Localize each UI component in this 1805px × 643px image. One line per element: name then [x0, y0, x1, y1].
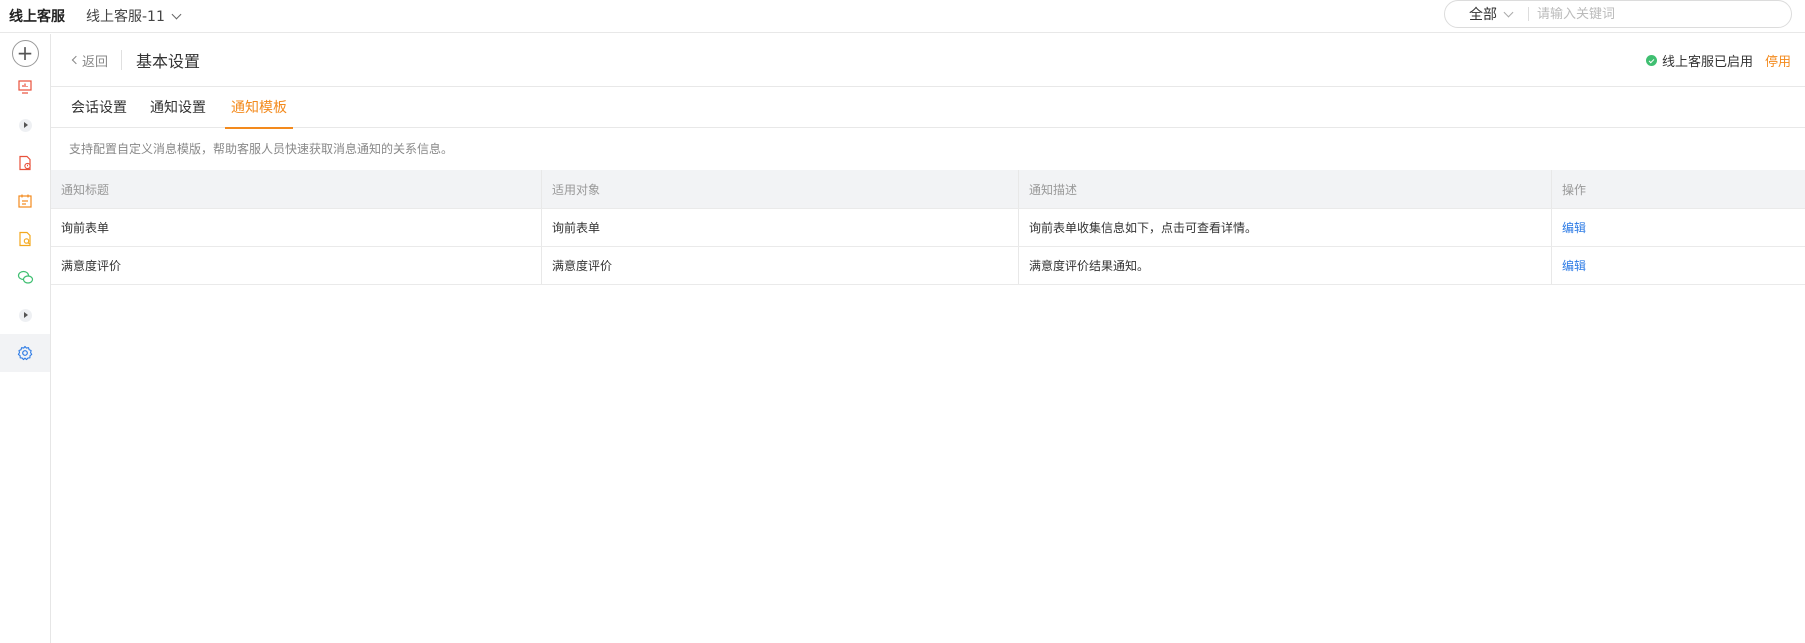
row-action-cell: 编辑: [1551, 209, 1805, 246]
row-action-cell: 编辑: [1551, 247, 1805, 284]
search-input[interactable]: [1537, 6, 1757, 22]
row-description: 询前表单收集信息如下，点击可查看详情。: [1018, 209, 1551, 246]
table-row: 询前表单 询前表单 询前表单收集信息如下，点击可查看详情。 编辑: [51, 209, 1805, 247]
sidebar: +: [0, 34, 51, 643]
expand-arrow-icon: [18, 118, 32, 132]
tab-notification-templates[interactable]: 通知模板: [225, 88, 293, 129]
document-search-icon: [19, 231, 31, 247]
column-header-action: 操作: [1551, 170, 1805, 208]
page-title: 基本设置: [136, 52, 201, 71]
channel-selector[interactable]: 线上客服-11: [86, 6, 182, 26]
calendar-icon: [18, 194, 32, 208]
channel-label: 线上客服-11: [86, 9, 165, 25]
plus-icon: +: [11, 39, 39, 67]
search-scope-select[interactable]: 全部: [1469, 4, 1514, 24]
wechat-icon: [17, 270, 33, 284]
chevron-down-icon: [1503, 7, 1514, 17]
edit-button[interactable]: 编辑: [1562, 257, 1586, 274]
sidebar-item-forms[interactable]: [0, 220, 50, 258]
tab-session-settings[interactable]: 会话设置: [71, 88, 127, 128]
header-divider: [121, 50, 123, 70]
sidebar-item-add[interactable]: +: [0, 34, 50, 72]
service-status: 线上客服已启用: [1645, 34, 1753, 87]
document-alert-icon: [19, 155, 31, 171]
service-status-text: 线上客服已启用: [1661, 55, 1753, 70]
chevron-down-icon: [171, 9, 182, 19]
disable-button[interactable]: 停用: [1765, 34, 1791, 87]
expand-arrow-icon: [18, 308, 32, 322]
app-title: 线上客服: [9, 9, 65, 25]
edit-button[interactable]: 编辑: [1562, 219, 1586, 236]
sidebar-item-records[interactable]: [0, 144, 50, 182]
tab-notification-settings[interactable]: 通知设置: [150, 88, 206, 128]
check-circle-icon: [1645, 55, 1657, 66]
sidebar-item-expand-2[interactable]: [0, 296, 50, 334]
column-header-target: 适用对象: [541, 170, 1018, 208]
table-header-row: 通知标题 适用对象 通知描述 操作: [51, 170, 1805, 209]
row-description: 满意度评价结果通知。: [1018, 247, 1551, 284]
top-bar: 线上客服 线上客服-11 全部: [0, 0, 1805, 33]
back-label: 返回: [82, 54, 109, 70]
templates-table: 通知标题 适用对象 通知描述 操作 询前表单 询前表单 询前表单收集信息如下，点…: [51, 170, 1805, 285]
monitor-chart-icon: [18, 80, 32, 94]
column-header-title: 通知标题: [61, 182, 110, 197]
gear-icon: [17, 345, 33, 361]
row-target: 满意度评价: [541, 247, 1018, 284]
sidebar-item-settings[interactable]: [0, 334, 50, 372]
row-target: 询前表单: [541, 209, 1018, 246]
sidebar-item-schedule[interactable]: [0, 182, 50, 220]
page-header: 返回 基本设置 线上客服已启用 停用: [51, 34, 1805, 87]
row-title: 询前表单: [61, 221, 110, 235]
search-box: 全部: [1444, 0, 1792, 28]
back-button[interactable]: 返回: [71, 51, 109, 70]
search-divider: [1528, 7, 1529, 21]
search-scope-label: 全部: [1469, 7, 1497, 23]
sidebar-item-monitor[interactable]: [0, 68, 50, 106]
table-row: 满意度评价 满意度评价 满意度评价结果通知。 编辑: [51, 247, 1805, 285]
description-hint: 支持配置自定义消息模版，帮助客服人员快速获取消息通知的关系信息。: [69, 142, 454, 156]
chevron-left-icon: [71, 55, 81, 65]
sidebar-item-wechat[interactable]: [0, 258, 50, 296]
column-header-description: 通知描述: [1018, 170, 1551, 208]
sidebar-item-expand[interactable]: [0, 106, 50, 144]
tab-bar: 会话设置 通知设置 通知模板: [51, 88, 1805, 129]
row-title: 满意度评价: [61, 259, 122, 273]
